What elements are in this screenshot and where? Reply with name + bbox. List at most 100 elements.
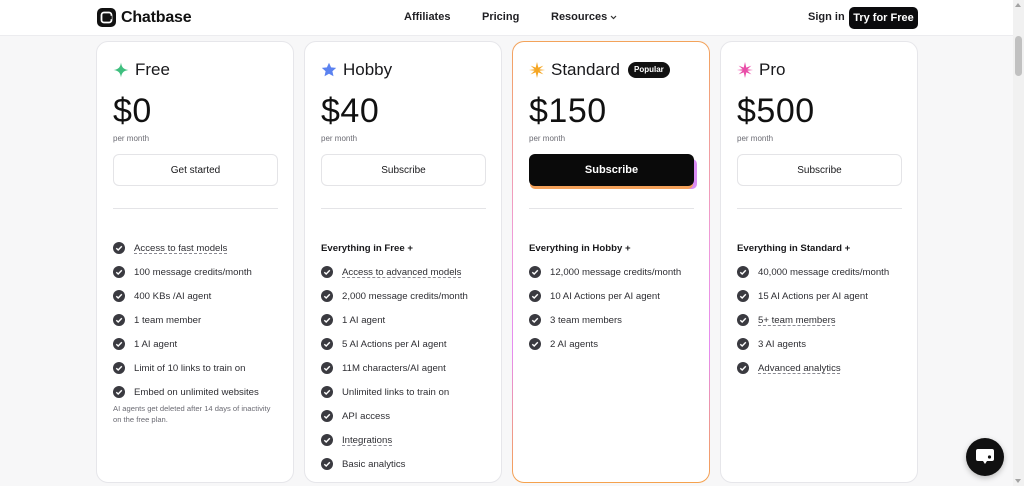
check-circle-icon (529, 290, 541, 302)
feature-item: Embed on unlimited websites (113, 380, 288, 404)
check-circle-icon (737, 362, 749, 374)
plan-name: Standard (551, 60, 620, 79)
popular-badge: Popular (628, 62, 670, 78)
feature-link[interactable]: Access to advanced models (342, 267, 461, 278)
try-for-free-button[interactable]: Try for Free (849, 7, 918, 29)
feature-item: 3 AI agents (737, 332, 912, 356)
check-circle-icon (737, 290, 749, 302)
nav-resources-dropdown[interactable]: Resources (551, 11, 617, 23)
subscribe-button[interactable]: Subscribe (737, 154, 902, 186)
feature-item: Integrations (321, 428, 496, 452)
feature-item: 40,000 message credits/month (737, 260, 912, 284)
nav-resources-label: Resources (551, 11, 608, 23)
chatbase-logo-icon (97, 8, 116, 27)
feature-item: Advanced analytics (737, 356, 912, 380)
feature-item: 11M characters/AI agent (321, 356, 496, 380)
check-circle-icon (113, 362, 125, 374)
check-circle-icon (321, 434, 333, 446)
check-circle-icon (113, 314, 125, 326)
feature-text: 11M characters/AI agent (342, 362, 446, 374)
check-circle-icon (113, 242, 125, 254)
scrollbar-thumb[interactable] (1015, 36, 1022, 76)
feature-text: 2 AI agents (550, 338, 599, 350)
divider (321, 208, 486, 209)
feature-list: Everything in Standard + 40,000 message … (737, 236, 912, 380)
feature-text: 1 team member (134, 314, 202, 326)
divider (529, 208, 694, 209)
subscribe-button[interactable]: Subscribe (529, 154, 694, 186)
feature-text: 400 KBs /AI agent (134, 290, 212, 302)
feature-text: 1 AI agent (342, 314, 386, 326)
feature-item: 100 message credits/month (113, 260, 288, 284)
feature-text: Unlimited links to train on (342, 386, 450, 398)
brand-logo[interactable]: Chatbase (97, 8, 192, 27)
get-started-button[interactable]: Get started (113, 154, 278, 186)
nav-pricing-link[interactable]: Pricing (482, 11, 519, 23)
check-circle-icon (321, 338, 333, 350)
feature-link[interactable]: Integrations (342, 435, 392, 446)
plan-card-hobby: Hobby $40 per month Subscribe Everything… (304, 41, 502, 483)
top-navbar: Chatbase Affiliates Pricing Resources Si… (0, 0, 1024, 36)
feature-heading: Everything in Free + (321, 242, 413, 254)
feature-text: 3 team members (550, 314, 622, 326)
nav-affiliates-link[interactable]: Affiliates (404, 11, 450, 23)
feature-item: Limit of 10 links to train on (113, 356, 288, 380)
feature-list: Everything in Hobby + 12,000 message cre… (529, 236, 704, 356)
check-circle-icon (529, 266, 541, 278)
check-circle-icon (321, 362, 333, 374)
burst-icon (737, 62, 753, 78)
plan-name: Hobby (343, 60, 393, 79)
plan-name: Free (135, 60, 170, 79)
plan-name: Pro (759, 60, 786, 79)
chat-bubble-icon (976, 449, 994, 464)
chat-widget-button[interactable] (966, 438, 1004, 476)
plan-card-standard: Standard Popular $150 per month Subscrib… (512, 41, 710, 483)
feature-item: 1 AI agent (113, 332, 288, 356)
feature-item: 2,000 message credits/month (321, 284, 496, 308)
check-circle-icon (321, 266, 333, 278)
feature-link[interactable]: Advanced analytics (758, 363, 841, 374)
feature-link[interactable]: Access to fast models (134, 243, 227, 254)
subscribe-button[interactable]: Subscribe (321, 154, 486, 186)
check-circle-icon (321, 386, 333, 398)
feature-heading: Everything in Standard + (737, 242, 851, 254)
scroll-down-arrow-icon[interactable] (1015, 479, 1021, 483)
feature-link[interactable]: 5+ team members (758, 315, 836, 326)
plan-price: $40 (321, 92, 380, 130)
feature-text: 10 AI Actions per AI agent (550, 290, 660, 302)
check-circle-icon (113, 266, 125, 278)
feature-item: 3 team members (529, 308, 704, 332)
brand-name: Chatbase (121, 8, 192, 26)
feature-item: 2 AI agents (529, 332, 704, 356)
check-circle-icon (321, 290, 333, 302)
check-circle-icon (113, 338, 125, 350)
page-scrollbar[interactable] (1013, 0, 1024, 486)
divider (737, 208, 902, 209)
feature-item: API access (321, 404, 496, 428)
check-circle-icon (113, 290, 125, 302)
check-circle-icon (113, 386, 125, 398)
plan-price: $150 (529, 92, 607, 130)
feature-text: 1 AI agent (134, 338, 178, 350)
feature-list: Access to fast models 100 message credit… (113, 236, 288, 404)
check-circle-icon (321, 314, 333, 326)
scroll-up-arrow-icon[interactable] (1015, 3, 1021, 7)
feature-item: 1 team member (113, 308, 288, 332)
feature-text: 15 AI Actions per AI agent (758, 290, 868, 302)
divider (113, 208, 278, 209)
feature-text: 2,000 message credits/month (342, 290, 468, 302)
feature-text: Embed on unlimited websites (134, 386, 259, 398)
feature-text: API access (342, 410, 390, 422)
check-circle-icon (529, 338, 541, 350)
check-circle-icon (737, 266, 749, 278)
feature-item: Access to advanced models (321, 260, 496, 284)
feature-item: 5 AI Actions per AI agent (321, 332, 496, 356)
plan-card-free: Free $0 per month Get started Access to … (96, 41, 294, 483)
feature-item: 12,000 message credits/month (529, 260, 704, 284)
feature-heading: Everything in Hobby + (529, 242, 631, 254)
sign-in-link[interactable]: Sign in (808, 11, 845, 23)
star-icon (321, 62, 337, 78)
feature-item: 10 AI Actions per AI agent (529, 284, 704, 308)
check-circle-icon (737, 314, 749, 326)
feature-item: 5+ team members (737, 308, 912, 332)
